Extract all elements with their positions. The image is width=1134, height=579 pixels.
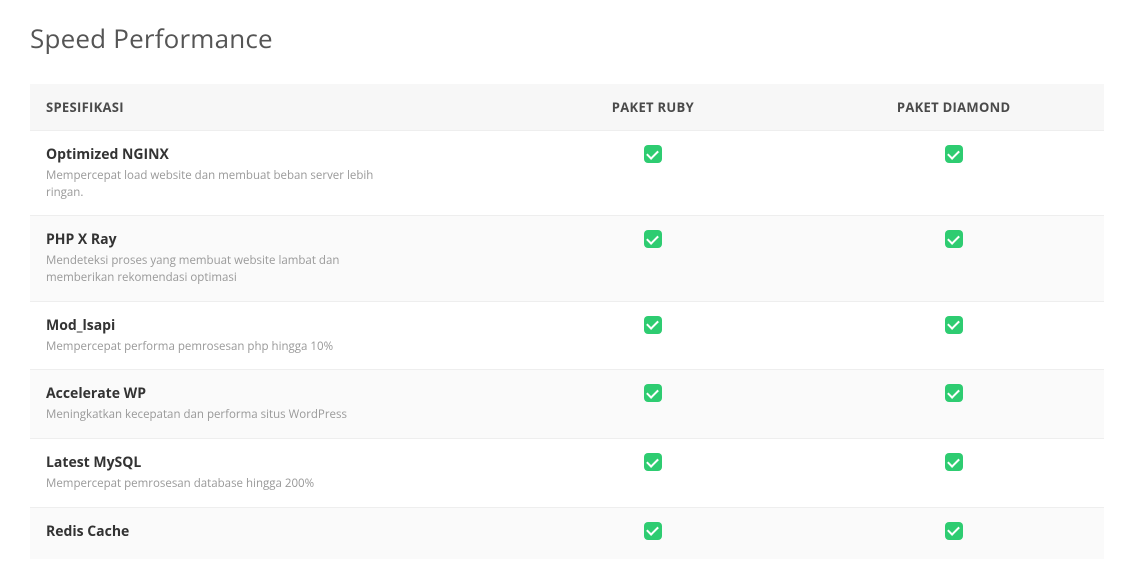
- check-icon: [945, 384, 963, 402]
- check-icon: [644, 522, 662, 540]
- diamond-cell: [803, 370, 1104, 439]
- feature-title: Optimized NGINX: [46, 145, 487, 164]
- col-header-ruby: PAKET RUBY: [503, 84, 804, 131]
- table-row: Mod_lsapi Mempercepat performa pemrosesan…: [30, 301, 1104, 370]
- ruby-cell: [503, 301, 804, 370]
- feature-cell: Accelerate WP Meningkatkan kecepatan dan …: [30, 370, 503, 439]
- check-icon: [945, 522, 963, 540]
- diamond-cell: [803, 131, 1104, 216]
- diamond-cell: [803, 301, 1104, 370]
- feature-cell: Redis Cache: [30, 507, 503, 559]
- table-row: PHP X Ray Mendeteksi proses yang membuat …: [30, 216, 1104, 301]
- table-row: Latest MySQL Mempercepat pemrosesan datab…: [30, 439, 1104, 508]
- diamond-cell: [803, 507, 1104, 559]
- check-icon: [644, 230, 662, 248]
- table-row: Optimized NGINX Mempercepat load website …: [30, 131, 1104, 216]
- feature-desc: Mempercepat performa pemrosesan php hing…: [46, 339, 406, 356]
- feature-title: Mod_lsapi: [46, 316, 487, 335]
- feature-desc: Mempercepat load website dan membuat beb…: [46, 168, 406, 201]
- spec-table: SPESIFIKASI PAKET RUBY PAKET DIAMOND Opt…: [30, 84, 1104, 559]
- ruby-cell: [503, 370, 804, 439]
- feature-cell: Optimized NGINX Mempercepat load website …: [30, 131, 503, 216]
- feature-title: PHP X Ray: [46, 230, 487, 249]
- table-row: Accelerate WP Meningkatkan kecepatan dan …: [30, 370, 1104, 439]
- feature-title: Accelerate WP: [46, 384, 487, 403]
- section-title: Speed Performance: [30, 20, 1104, 56]
- ruby-cell: [503, 439, 804, 508]
- check-icon: [945, 316, 963, 334]
- check-icon: [644, 145, 662, 163]
- check-icon: [644, 316, 662, 334]
- check-icon: [644, 453, 662, 471]
- feature-title: Latest MySQL: [46, 453, 487, 472]
- col-header-spec: SPESIFIKASI: [30, 84, 503, 131]
- table-header-row: SPESIFIKASI PAKET RUBY PAKET DIAMOND: [30, 84, 1104, 131]
- diamond-cell: [803, 216, 1104, 301]
- check-icon: [945, 145, 963, 163]
- feature-cell: Latest MySQL Mempercepat pemrosesan datab…: [30, 439, 503, 508]
- diamond-cell: [803, 439, 1104, 508]
- feature-title: Redis Cache: [46, 522, 487, 541]
- check-icon: [945, 453, 963, 471]
- ruby-cell: [503, 507, 804, 559]
- check-icon: [945, 230, 963, 248]
- col-header-diamond: PAKET DIAMOND: [803, 84, 1104, 131]
- feature-desc: Mendeteksi proses yang membuat website l…: [46, 253, 406, 286]
- check-icon: [644, 384, 662, 402]
- table-row: Redis Cache: [30, 507, 1104, 559]
- feature-cell: Mod_lsapi Mempercepat performa pemrosesan…: [30, 301, 503, 370]
- ruby-cell: [503, 216, 804, 301]
- ruby-cell: [503, 131, 804, 216]
- feature-desc: Mempercepat pemrosesan database hingga 2…: [46, 476, 406, 493]
- feature-desc: Meningkatkan kecepatan dan performa situ…: [46, 407, 406, 424]
- feature-cell: PHP X Ray Mendeteksi proses yang membuat …: [30, 216, 503, 301]
